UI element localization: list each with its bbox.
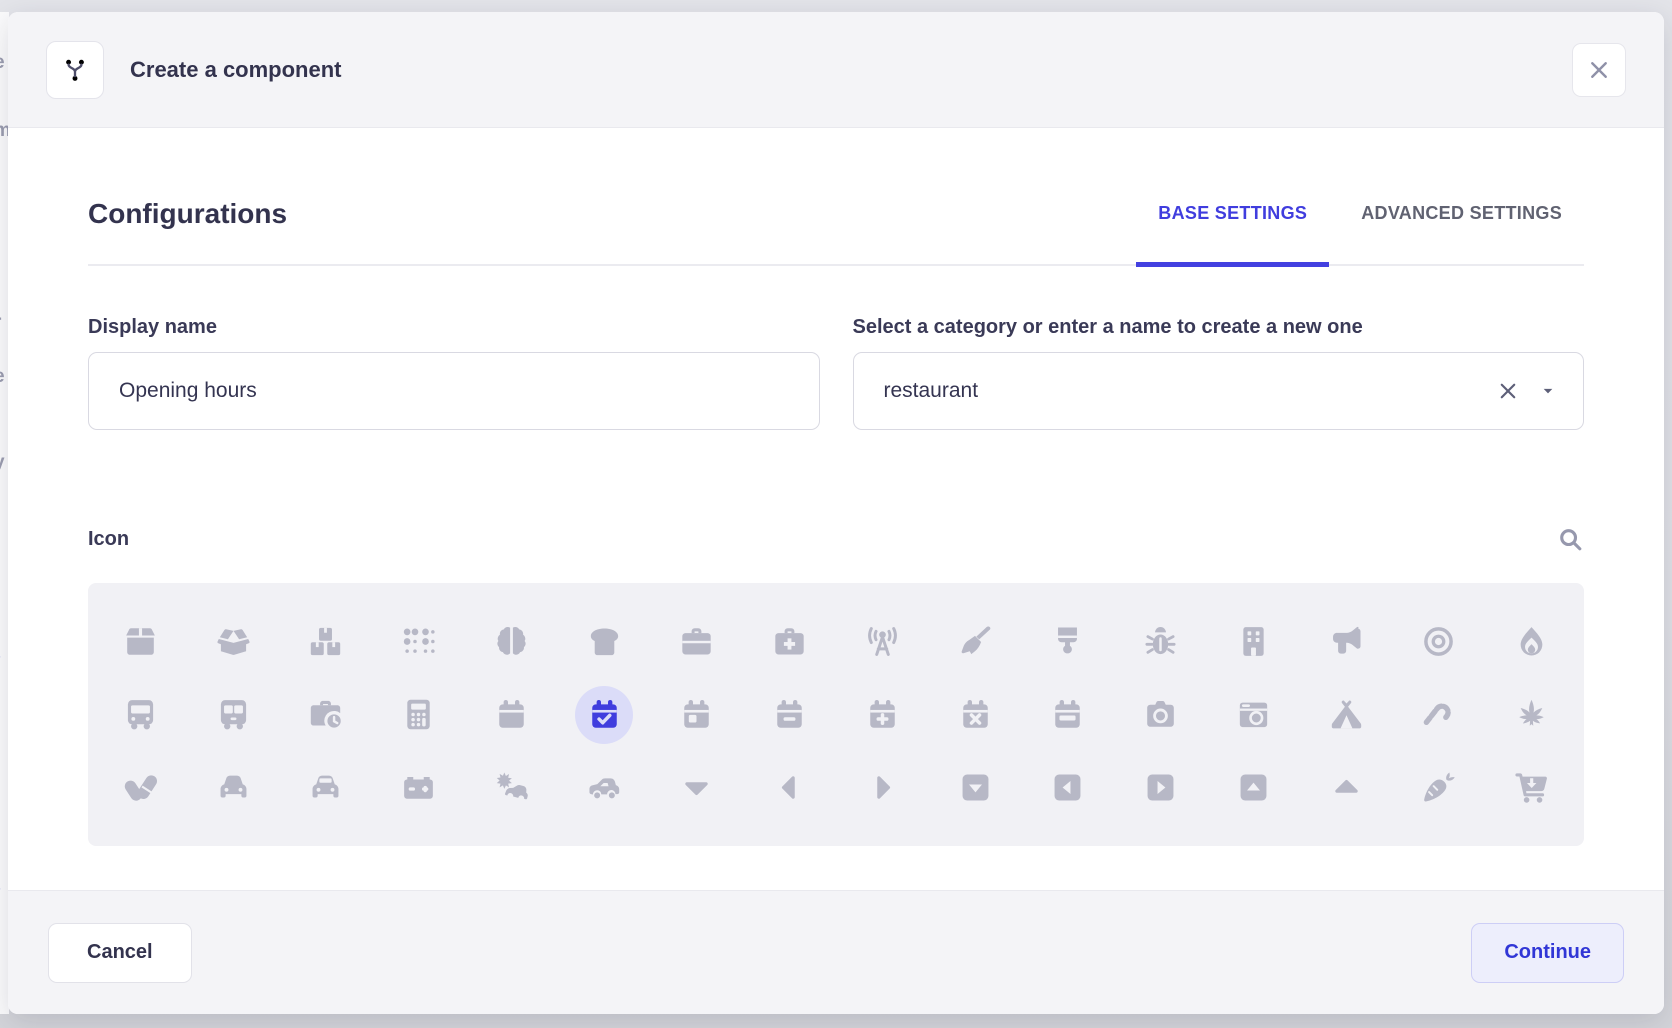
icon-calendar-icon[interactable] (465, 678, 558, 751)
background-text-fragment: y (0, 452, 5, 474)
icon-candy-cane-icon[interactable] (1393, 678, 1486, 751)
icon-bug-icon[interactable] (1114, 605, 1207, 678)
create-component-modal: Create a component Configurations BASE S… (8, 12, 1664, 1014)
icon-car-side-icon[interactable] (558, 751, 651, 824)
background-text-fragment: e (0, 52, 5, 74)
icon-box-icon[interactable] (94, 605, 187, 678)
icon-car-alt-icon[interactable] (280, 751, 373, 824)
icon-car-icon[interactable] (187, 751, 280, 824)
tab-base-settings[interactable]: BASE SETTINGS (1136, 203, 1329, 264)
category-select[interactable] (853, 352, 1585, 430)
icon-cart-arrow-down-icon[interactable] (1485, 751, 1578, 824)
icon-building-icon[interactable] (1207, 605, 1300, 678)
icon-capsules-icon[interactable] (94, 751, 187, 824)
component-branch-icon (46, 41, 104, 99)
section-heading: Configurations (88, 198, 287, 264)
icon-briefcase-medical-icon[interactable] (743, 605, 836, 678)
icon-briefcase-icon[interactable] (651, 605, 744, 678)
page: { "backdrop": { "edge_fragments": [ {"ch… (0, 0, 1672, 1028)
display-name-field-group: Display name (88, 316, 820, 430)
category-field-group: Select a category or enter a name to cre… (853, 316, 1585, 430)
icon-calendar-times-icon[interactable] (929, 678, 1022, 751)
icon-campground-icon[interactable] (1300, 678, 1393, 751)
search-icon[interactable] (1557, 526, 1584, 553)
icon-carrot-icon[interactable] (1393, 751, 1486, 824)
icon-caret-right-icon[interactable] (836, 751, 929, 824)
icon-calendar-minus-icon[interactable] (743, 678, 836, 751)
icon-bread-slice-icon[interactable] (558, 605, 651, 678)
icon-car-crash-icon[interactable] (465, 751, 558, 824)
icon-box-open-icon[interactable] (187, 605, 280, 678)
close-button[interactable] (1572, 43, 1626, 97)
icon-calendar-day-icon[interactable] (651, 678, 744, 751)
continue-button[interactable]: Continue (1471, 923, 1624, 983)
icon-bus-alt-icon[interactable] (187, 678, 280, 751)
icon-caret-left-icon[interactable] (743, 751, 836, 824)
icon-bullseye-icon[interactable] (1393, 605, 1486, 678)
icon-brain-icon[interactable] (465, 605, 558, 678)
display-name-label: Display name (88, 316, 820, 339)
icon-grid (88, 583, 1584, 846)
tab-advanced-settings[interactable]: ADVANCED SETTINGS (1339, 203, 1584, 264)
icon-camera-retro-icon[interactable] (1207, 678, 1300, 751)
branch-icon (61, 56, 89, 84)
cancel-button[interactable]: Cancel (48, 923, 192, 983)
category-label: Select a category or enter a name to cre… (853, 316, 1585, 339)
icon-caret-down-icon[interactable] (651, 751, 744, 824)
form-row: Display name Select a category or enter … (88, 316, 1584, 430)
category-clear-icon[interactable] (1496, 379, 1520, 403)
modal-body: Configurations BASE SETTINGS ADVANCED SE… (8, 128, 1664, 890)
icon-calculator-icon[interactable] (372, 678, 465, 751)
section-header-row: Configurations BASE SETTINGS ADVANCED SE… (88, 198, 1584, 266)
background-text-fragment: r (0, 312, 1, 334)
icon-business-time-icon[interactable] (280, 678, 373, 751)
settings-tabs: BASE SETTINGS ADVANCED SETTINGS (1136, 203, 1584, 264)
icon-caret-up-icon[interactable] (1300, 751, 1393, 824)
icon-burn-icon[interactable] (1485, 605, 1578, 678)
modal-title: Create a component (130, 57, 342, 83)
background-text-fragment: e (0, 366, 5, 388)
icon-calendar-plus-icon[interactable] (836, 678, 929, 751)
modal-footer: Cancel Continue (8, 890, 1664, 1014)
icon-braille-icon[interactable] (372, 605, 465, 678)
icon-broom-icon[interactable] (929, 605, 1022, 678)
icon-label: Icon (88, 528, 129, 551)
display-name-input[interactable] (88, 352, 820, 430)
category-input[interactable] (853, 352, 1585, 430)
icon-brush-icon[interactable] (1022, 605, 1115, 678)
modal-header: Create a component (8, 12, 1664, 128)
close-icon (1587, 58, 1611, 82)
icon-broadcast-tower-icon[interactable] (836, 605, 929, 678)
icon-calendar-week-icon[interactable] (1022, 678, 1115, 751)
icon-caret-square-left-icon[interactable] (1022, 751, 1115, 824)
category-caret-down-icon[interactable] (1540, 383, 1556, 399)
icon-caret-square-right-icon[interactable] (1114, 751, 1207, 824)
icon-bus-icon[interactable] (94, 678, 187, 751)
icon-caret-square-up-icon[interactable] (1207, 751, 1300, 824)
icon-boxes-icon[interactable] (280, 605, 373, 678)
icon-calendar-check-icon[interactable] (558, 678, 651, 751)
icon-bullhorn-icon[interactable] (1300, 605, 1393, 678)
icon-cannabis-icon[interactable] (1485, 678, 1578, 751)
icon-camera-icon[interactable] (1114, 678, 1207, 751)
icon-picker-header: Icon (88, 526, 1584, 553)
icon-caret-square-down-icon[interactable] (929, 751, 1022, 824)
icon-car-battery-icon[interactable] (372, 751, 465, 824)
